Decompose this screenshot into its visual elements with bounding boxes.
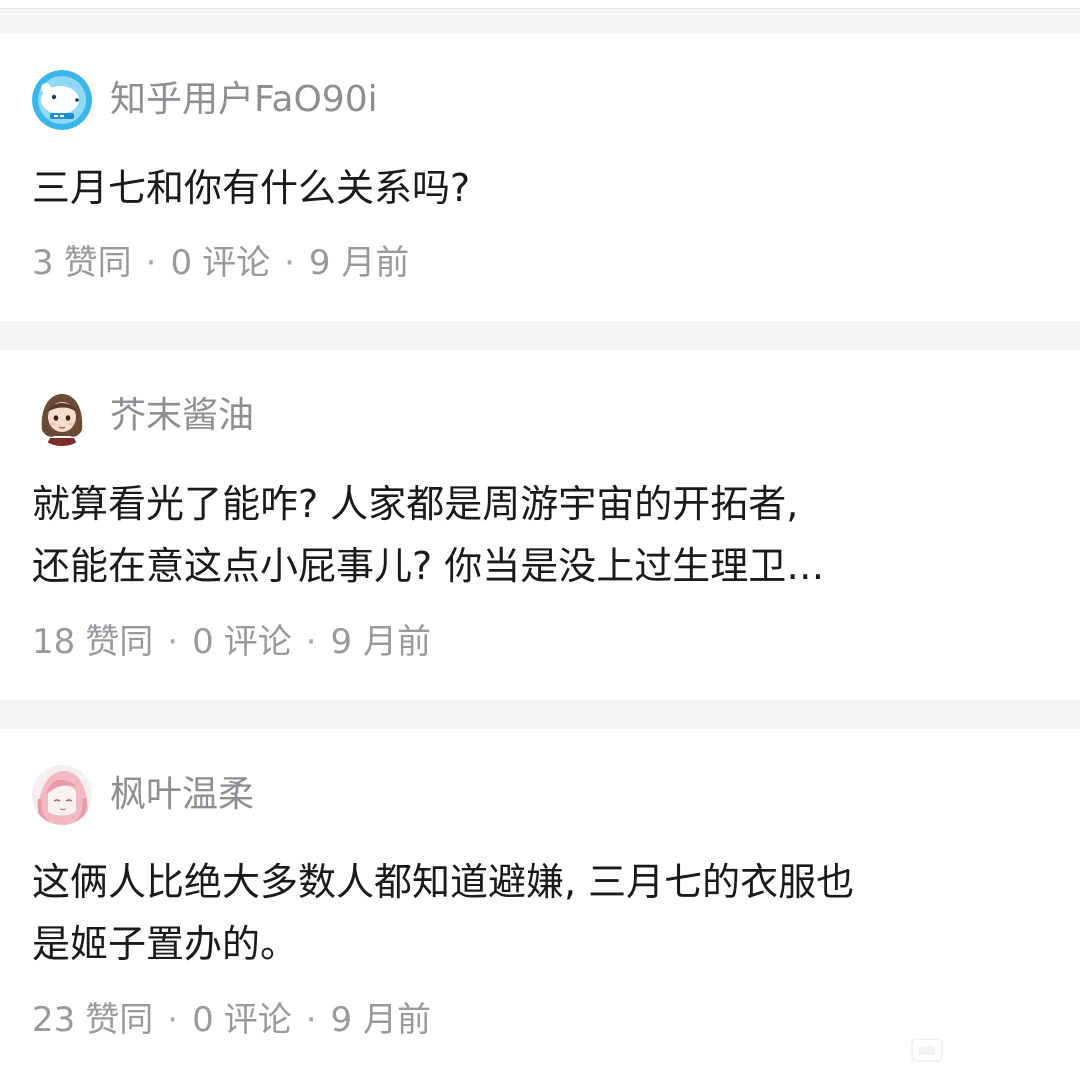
comment-content-line: 三月七和你有什么关系吗?: [32, 166, 471, 210]
comment-author-name[interactable]: 枫叶温柔: [110, 765, 254, 825]
reply-count-value: 0: [170, 243, 193, 283]
reply-count: 0 评论: [192, 998, 292, 1042]
watermark-icon: [911, 1038, 943, 1062]
comment-card[interactable]: 芥末酱油 就算看光了能咋? 人家都是周游宇宙的开拓者, 还能在意这点小屁事儿? …: [0, 350, 1080, 700]
reply-count-label: 评论: [223, 1000, 292, 1040]
comment-content[interactable]: 三月七和你有什么关系吗?: [32, 157, 1042, 219]
meta-separator: ·: [167, 622, 179, 662]
meta-separator: ·: [284, 243, 295, 283]
meta-separator: ·: [305, 1000, 317, 1040]
like-count-label: 赞同: [85, 622, 154, 662]
comment-time: 9 月前: [330, 622, 431, 662]
comment-time: 9 月前: [308, 243, 410, 283]
meta-separator: ·: [167, 1000, 179, 1040]
reply-count-label: 评论: [202, 243, 271, 283]
like-count-label: 赞同: [85, 1000, 154, 1040]
like-count-label: 赞同: [63, 243, 132, 283]
comment-meta: 18 赞同 · 0 评论 · 9 月前: [32, 620, 431, 664]
like-count-value: 18: [32, 622, 76, 662]
comment-content-line: 就算看光了能咋? 人家都是周游宇宙的开拓者,: [32, 482, 799, 526]
comment-time: 9 月前: [330, 1000, 431, 1040]
previous-card-edge: [0, 0, 1080, 9]
reply-count: 0 评论: [170, 241, 270, 285]
comment-author-row[interactable]: 枫叶温柔: [32, 765, 254, 825]
like-count: 18 赞同: [32, 620, 153, 664]
comment-content-line: 是姬子置办的。: [32, 922, 299, 966]
comment-author-name[interactable]: 芥末酱油: [110, 386, 254, 446]
comment-author-name[interactable]: 知乎用户FaO90i: [110, 70, 378, 130]
like-count: 23 赞同: [32, 998, 153, 1042]
comment-author-row[interactable]: 知乎用户FaO90i: [32, 70, 378, 130]
comment-content[interactable]: 就算看光了能咋? 人家都是周游宇宙的开拓者, 还能在意这点小屁事儿? 你当是没上…: [32, 473, 1042, 597]
anime-girl-avatar-icon[interactable]: [32, 386, 92, 446]
like-count-value: 3: [32, 243, 54, 283]
like-count: 3 赞同: [32, 241, 132, 285]
comment-meta: 3 赞同 · 0 评论 · 9 月前: [32, 241, 409, 285]
polar-bear-avatar-icon[interactable]: [32, 70, 92, 130]
comment-card[interactable]: 枫叶温柔 这俩人比绝大多数人都知道避嫌, 三月七的衣服也 是姬子置办的。 23 …: [0, 729, 1080, 1077]
reply-count-value: 0: [192, 622, 214, 662]
meta-separator: ·: [305, 622, 317, 662]
like-count-value: 23: [32, 1000, 76, 1040]
comment-content-line: 还能在意这点小屁事儿? 你当是没上过生理卫…: [32, 544, 825, 588]
reply-count: 0 评论: [192, 620, 292, 664]
comment-card[interactable]: 知乎用户FaO90i 三月七和你有什么关系吗? 3 赞同 · 0 评论 · 9 …: [0, 34, 1080, 321]
comment-content[interactable]: 这俩人比绝大多数人都知道避嫌, 三月七的衣服也 是姬子置办的。: [32, 851, 1042, 975]
comment-author-row[interactable]: 芥末酱油: [32, 386, 254, 446]
comment-meta: 23 赞同 · 0 评论 · 9 月前: [32, 998, 431, 1042]
reply-count-value: 0: [192, 1000, 214, 1040]
pink-hair-avatar-icon[interactable]: [32, 765, 92, 825]
comment-content-line: 这俩人比绝大多数人都知道避嫌, 三月七的衣服也: [32, 860, 855, 904]
meta-separator: ·: [145, 243, 157, 283]
reply-count-label: 评论: [223, 622, 292, 662]
